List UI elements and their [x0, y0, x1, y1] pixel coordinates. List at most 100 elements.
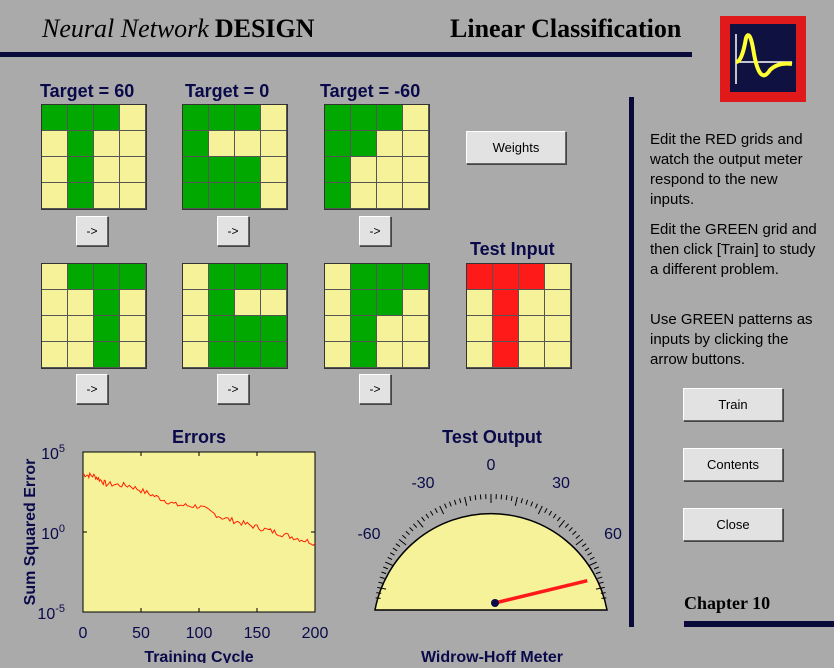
pattern-4-cell[interactable] — [42, 290, 68, 316]
pattern-6-grid[interactable] — [324, 263, 430, 369]
test-input-cell[interactable] — [545, 342, 571, 368]
pattern-1-grid[interactable] — [41, 104, 147, 210]
pattern-3-cell[interactable] — [377, 157, 403, 183]
pattern-4-cell[interactable] — [94, 342, 120, 368]
contents-button[interactable]: Contents — [683, 448, 783, 481]
pattern-1-cell[interactable] — [120, 131, 146, 157]
pattern-5-cell[interactable] — [209, 290, 235, 316]
test-input-cell[interactable] — [467, 316, 493, 342]
pattern-2-grid[interactable] — [182, 104, 288, 210]
pattern-2-cell[interactable] — [209, 131, 235, 157]
pattern-1-cell[interactable] — [94, 105, 120, 131]
pattern-3-cell[interactable] — [377, 131, 403, 157]
pattern-6-cell[interactable] — [403, 264, 429, 290]
close-button[interactable]: Close — [683, 508, 783, 541]
pattern-6-cell[interactable] — [403, 316, 429, 342]
pattern-1-cell[interactable] — [120, 183, 146, 209]
pattern-3-grid[interactable] — [324, 104, 430, 210]
pattern-4-cell[interactable] — [120, 316, 146, 342]
pattern-3-cell[interactable] — [325, 157, 351, 183]
pattern-2-cell[interactable] — [261, 183, 287, 209]
pattern-4-cell[interactable] — [68, 290, 94, 316]
pattern-3-cell[interactable] — [325, 131, 351, 157]
pattern-4-cell[interactable] — [42, 316, 68, 342]
pattern-2-cell[interactable] — [183, 157, 209, 183]
pattern-3-cell[interactable] — [351, 183, 377, 209]
pattern-4-cell[interactable] — [120, 290, 146, 316]
pattern-1-cell[interactable] — [68, 105, 94, 131]
test-input-cell[interactable] — [519, 290, 545, 316]
pattern-2-cell[interactable] — [235, 183, 261, 209]
pattern-3-cell[interactable] — [403, 183, 429, 209]
pattern-3-cell[interactable] — [377, 183, 403, 209]
pattern-1-cell[interactable] — [68, 183, 94, 209]
pattern-5-cell[interactable] — [209, 264, 235, 290]
pattern-3-cell[interactable] — [325, 105, 351, 131]
pattern-1-cell[interactable] — [68, 157, 94, 183]
pattern-4-cell[interactable] — [68, 316, 94, 342]
pattern-1-cell[interactable] — [94, 183, 120, 209]
pattern-5-cell[interactable] — [261, 342, 287, 368]
test-input-cell[interactable] — [493, 316, 519, 342]
pattern-5-cell[interactable] — [235, 264, 261, 290]
pattern-1-cell[interactable] — [42, 105, 68, 131]
pattern-6-cell[interactable] — [377, 316, 403, 342]
test-input-cell[interactable] — [519, 342, 545, 368]
pattern-4-cell[interactable] — [68, 264, 94, 290]
pattern-1-cell[interactable] — [94, 157, 120, 183]
pattern-5-cell[interactable] — [235, 342, 261, 368]
pattern-5-cell[interactable] — [183, 290, 209, 316]
test-input-cell[interactable] — [467, 290, 493, 316]
pattern-2-cell[interactable] — [209, 105, 235, 131]
use-pattern-3-button[interactable]: -> — [359, 216, 391, 246]
pattern-5-cell[interactable] — [235, 316, 261, 342]
pattern-2-cell[interactable] — [261, 131, 287, 157]
test-input-cell[interactable] — [467, 264, 493, 290]
pattern-2-cell[interactable] — [235, 131, 261, 157]
test-input-cell[interactable] — [545, 290, 571, 316]
pattern-1-cell[interactable] — [120, 105, 146, 131]
pattern-6-cell[interactable] — [351, 290, 377, 316]
pattern-6-cell[interactable] — [377, 342, 403, 368]
pattern-1-cell[interactable] — [120, 157, 146, 183]
use-pattern-2-button[interactable]: -> — [217, 216, 249, 246]
pattern-3-cell[interactable] — [351, 157, 377, 183]
pattern-3-cell[interactable] — [403, 105, 429, 131]
test-input-cell[interactable] — [467, 342, 493, 368]
test-input-cell[interactable] — [519, 316, 545, 342]
pattern-6-cell[interactable] — [377, 264, 403, 290]
pattern-6-cell[interactable] — [403, 290, 429, 316]
pattern-1-cell[interactable] — [68, 131, 94, 157]
pattern-4-cell[interactable] — [94, 290, 120, 316]
pattern-4-cell[interactable] — [120, 342, 146, 368]
pattern-3-cell[interactable] — [403, 157, 429, 183]
pattern-4-cell[interactable] — [68, 342, 94, 368]
test-input-cell[interactable] — [545, 264, 571, 290]
pattern-4-cell[interactable] — [94, 264, 120, 290]
pattern-4-cell[interactable] — [42, 342, 68, 368]
pattern-5-cell[interactable] — [261, 264, 287, 290]
pattern-6-cell[interactable] — [351, 264, 377, 290]
pattern-4-cell[interactable] — [120, 264, 146, 290]
pattern-2-cell[interactable] — [235, 157, 261, 183]
pattern-6-cell[interactable] — [325, 290, 351, 316]
pattern-5-cell[interactable] — [183, 264, 209, 290]
pattern-3-cell[interactable] — [351, 105, 377, 131]
pattern-4-grid[interactable] — [41, 263, 147, 369]
pattern-6-cell[interactable] — [351, 316, 377, 342]
test-input-cell[interactable] — [519, 264, 545, 290]
pattern-6-cell[interactable] — [403, 342, 429, 368]
pattern-3-cell[interactable] — [325, 183, 351, 209]
pattern-4-cell[interactable] — [94, 316, 120, 342]
pattern-5-cell[interactable] — [261, 290, 287, 316]
pattern-2-cell[interactable] — [183, 131, 209, 157]
test-input-cell[interactable] — [493, 264, 519, 290]
pattern-2-cell[interactable] — [209, 183, 235, 209]
pattern-5-cell[interactable] — [183, 342, 209, 368]
test-input-cell[interactable] — [493, 290, 519, 316]
pattern-5-cell[interactable] — [209, 342, 235, 368]
train-button[interactable]: Train — [683, 388, 783, 421]
pattern-2-cell[interactable] — [209, 157, 235, 183]
pattern-6-cell[interactable] — [325, 264, 351, 290]
pattern-5-cell[interactable] — [209, 316, 235, 342]
